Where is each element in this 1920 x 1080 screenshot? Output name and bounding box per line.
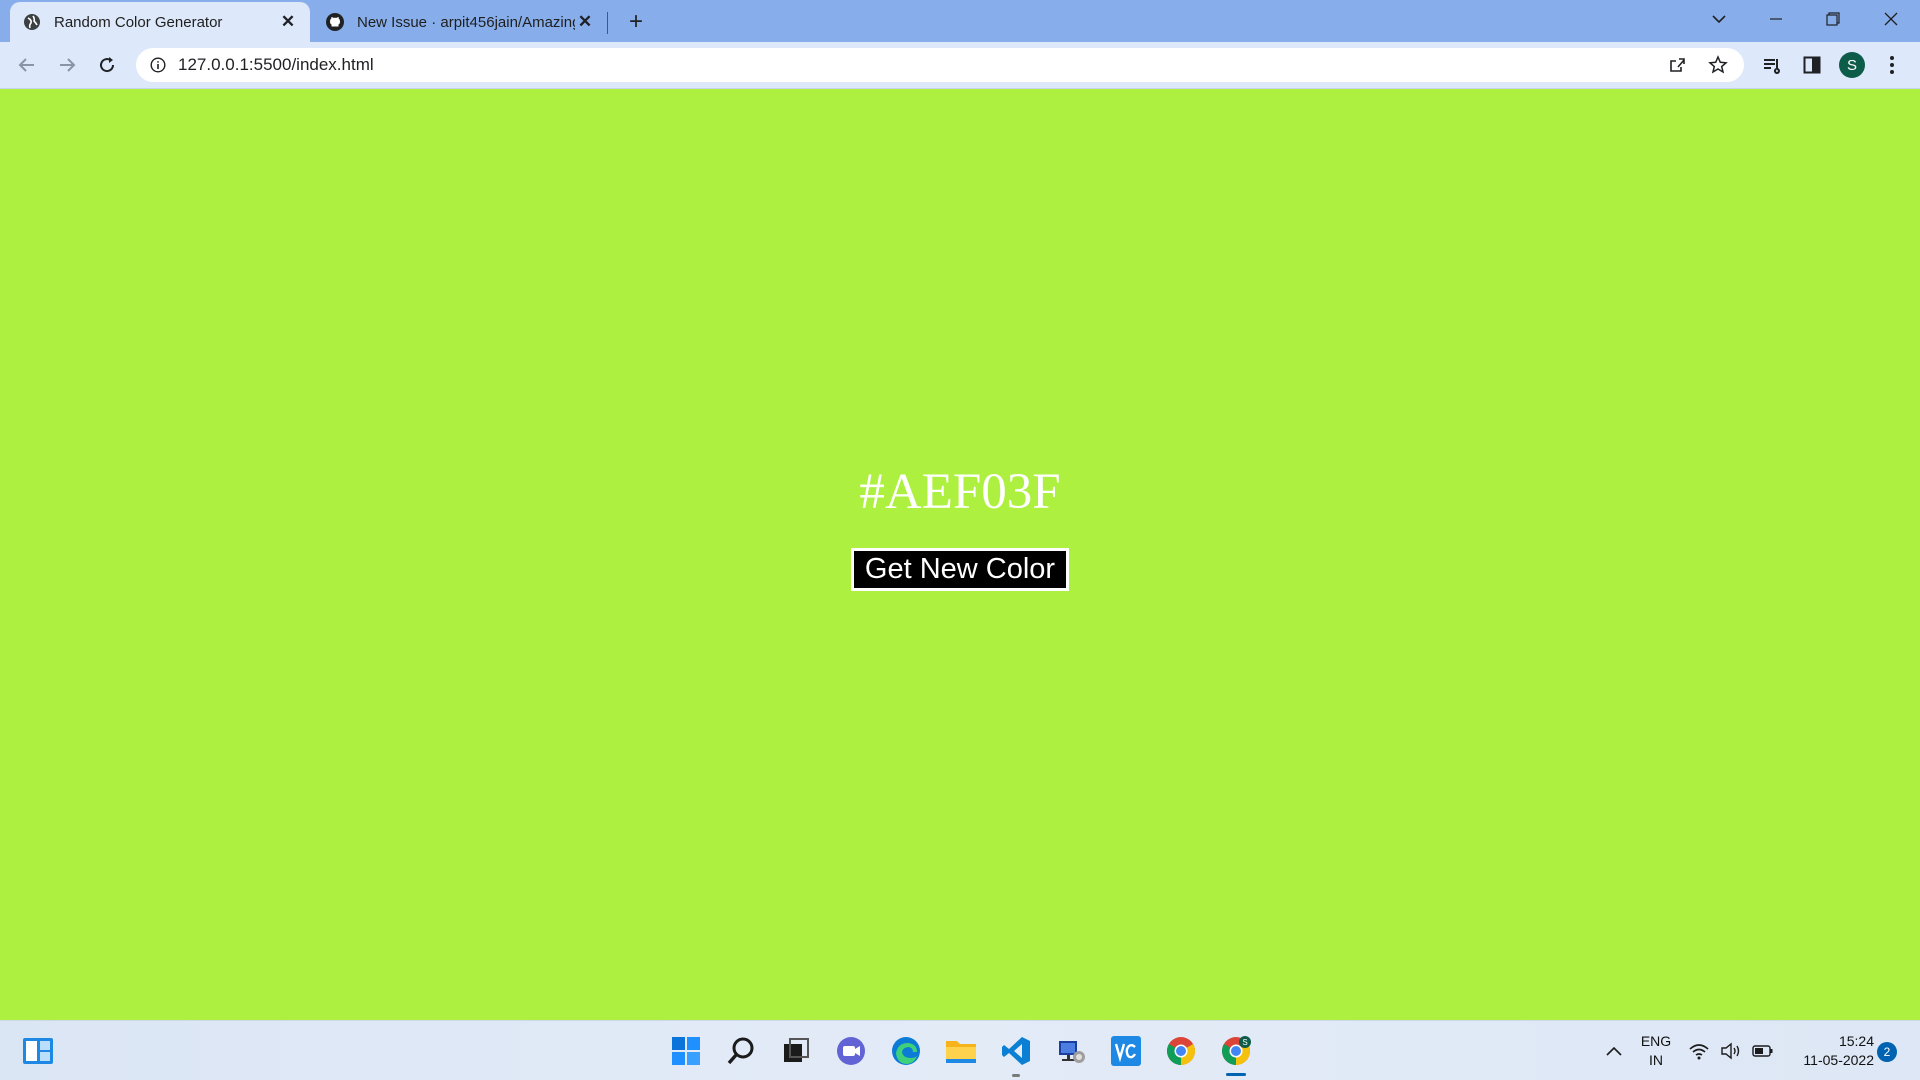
tab-close-icon[interactable]: ✕ — [278, 12, 298, 32]
get-new-color-button[interactable]: Get New Color — [851, 548, 1069, 591]
vc-app-icon[interactable] — [1106, 1031, 1146, 1071]
browser-toolbar: 127.0.0.1:5500/index.html S — [0, 42, 1920, 89]
active-app-indicator — [1226, 1073, 1246, 1076]
start-icon[interactable] — [666, 1031, 706, 1071]
vscode-icon[interactable] — [996, 1031, 1036, 1071]
globe-icon — [22, 12, 42, 32]
widgets-icon[interactable] — [18, 1031, 58, 1071]
site-info-icon[interactable] — [148, 55, 168, 75]
language-code: ENG — [1640, 1033, 1672, 1049]
battery-icon[interactable] — [1748, 1031, 1778, 1071]
clock-date: 11-05-2022 — [1803, 1052, 1874, 1068]
page-content: #AEF03F Get New Color — [0, 89, 1920, 1020]
tab-search-chevron-icon[interactable] — [1696, 0, 1742, 38]
reading-list-icon[interactable] — [1758, 51, 1786, 79]
clock[interactable]: 15:24 11-05-2022 — [1786, 1032, 1874, 1070]
search-icon[interactable] — [721, 1031, 761, 1071]
avatar: S — [1839, 52, 1865, 78]
network-app-icon[interactable] — [1051, 1031, 1091, 1071]
back-arrow-icon[interactable] — [13, 51, 41, 79]
screen: Random Color Generator ✕ New Issue · arp… — [0, 0, 1920, 1080]
edge-icon[interactable] — [886, 1031, 926, 1071]
tab-strip: Random Color Generator ✕ New Issue · arp… — [0, 0, 1920, 42]
tab-title: Random Color Generator — [54, 13, 223, 31]
tab-separator — [607, 12, 608, 34]
chat-icon[interactable] — [831, 1031, 871, 1071]
side-panel-icon[interactable] — [1798, 51, 1826, 79]
show-hidden-icons-chevron-icon[interactable] — [1594, 1031, 1634, 1071]
color-hex-label: #AEF03F — [859, 464, 1061, 520]
minimize-icon[interactable] — [1753, 0, 1799, 38]
chrome-profile-icon[interactable]: S — [1216, 1031, 1256, 1071]
reload-icon[interactable] — [93, 51, 121, 79]
github-icon — [325, 12, 345, 32]
share-icon[interactable] — [1664, 51, 1692, 79]
notification-badge[interactable]: 2 — [1877, 1042, 1897, 1062]
language-indicator[interactable]: ENG IN — [1638, 1032, 1674, 1070]
tab-new-issue[interactable]: New Issue · arpit456jain/Amazing ✕ — [315, 2, 605, 42]
task-view-icon[interactable] — [776, 1031, 816, 1071]
profile-avatar[interactable]: S — [1838, 51, 1866, 79]
chrome-icon[interactable] — [1161, 1031, 1201, 1071]
tab-close-icon[interactable]: ✕ — [575, 12, 595, 32]
clock-time: 15:24 — [1838, 1033, 1874, 1049]
close-window-icon[interactable] — [1868, 0, 1914, 38]
bookmark-star-icon[interactable] — [1704, 51, 1732, 79]
forward-arrow-icon[interactable] — [53, 51, 81, 79]
region-code: IN — [1649, 1052, 1663, 1068]
tab-title: New Issue · arpit456jain/Amazing — [357, 13, 575, 31]
kebab-menu-icon[interactable] — [1878, 51, 1906, 79]
wifi-icon[interactable] — [1684, 1031, 1714, 1071]
address-url[interactable]: 127.0.0.1:5500/index.html — [178, 55, 1664, 75]
running-app-indicator — [1012, 1074, 1020, 1077]
file-explorer-icon[interactable] — [941, 1031, 981, 1071]
address-bar[interactable]: 127.0.0.1:5500/index.html — [136, 48, 1744, 82]
new-tab-plus-icon[interactable]: + — [622, 8, 650, 36]
restore-icon[interactable] — [1810, 0, 1856, 38]
taskbar: S ENG IN 15:24 11-05-2022 2 — [0, 1020, 1920, 1080]
svg-text:S: S — [1242, 1038, 1247, 1047]
volume-icon[interactable] — [1716, 1031, 1746, 1071]
tab-random-color-generator[interactable]: Random Color Generator ✕ — [10, 2, 310, 42]
